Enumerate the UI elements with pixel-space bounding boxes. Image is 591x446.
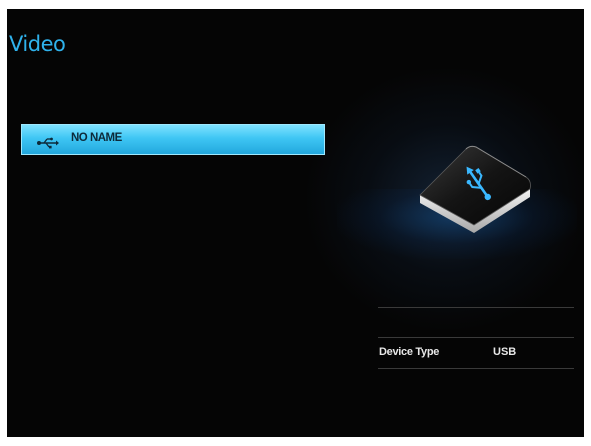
page-title: Video xyxy=(9,32,66,56)
device-label: NO NAME xyxy=(71,132,122,144)
usb-icon xyxy=(37,134,59,149)
info-row-device-type: Device Type USB xyxy=(378,338,574,368)
media-browser-screen: Video NO NAME Device Type USB xyxy=(7,9,584,437)
usb-drive-icon xyxy=(412,137,542,237)
info-value: USB xyxy=(493,346,517,358)
device-list: NO NAME xyxy=(21,124,325,155)
divider xyxy=(378,368,574,369)
info-key: Device Type xyxy=(379,346,440,358)
device-info-panel: Device Type USB xyxy=(378,307,574,369)
device-item-no-name[interactable]: NO NAME xyxy=(21,124,325,155)
